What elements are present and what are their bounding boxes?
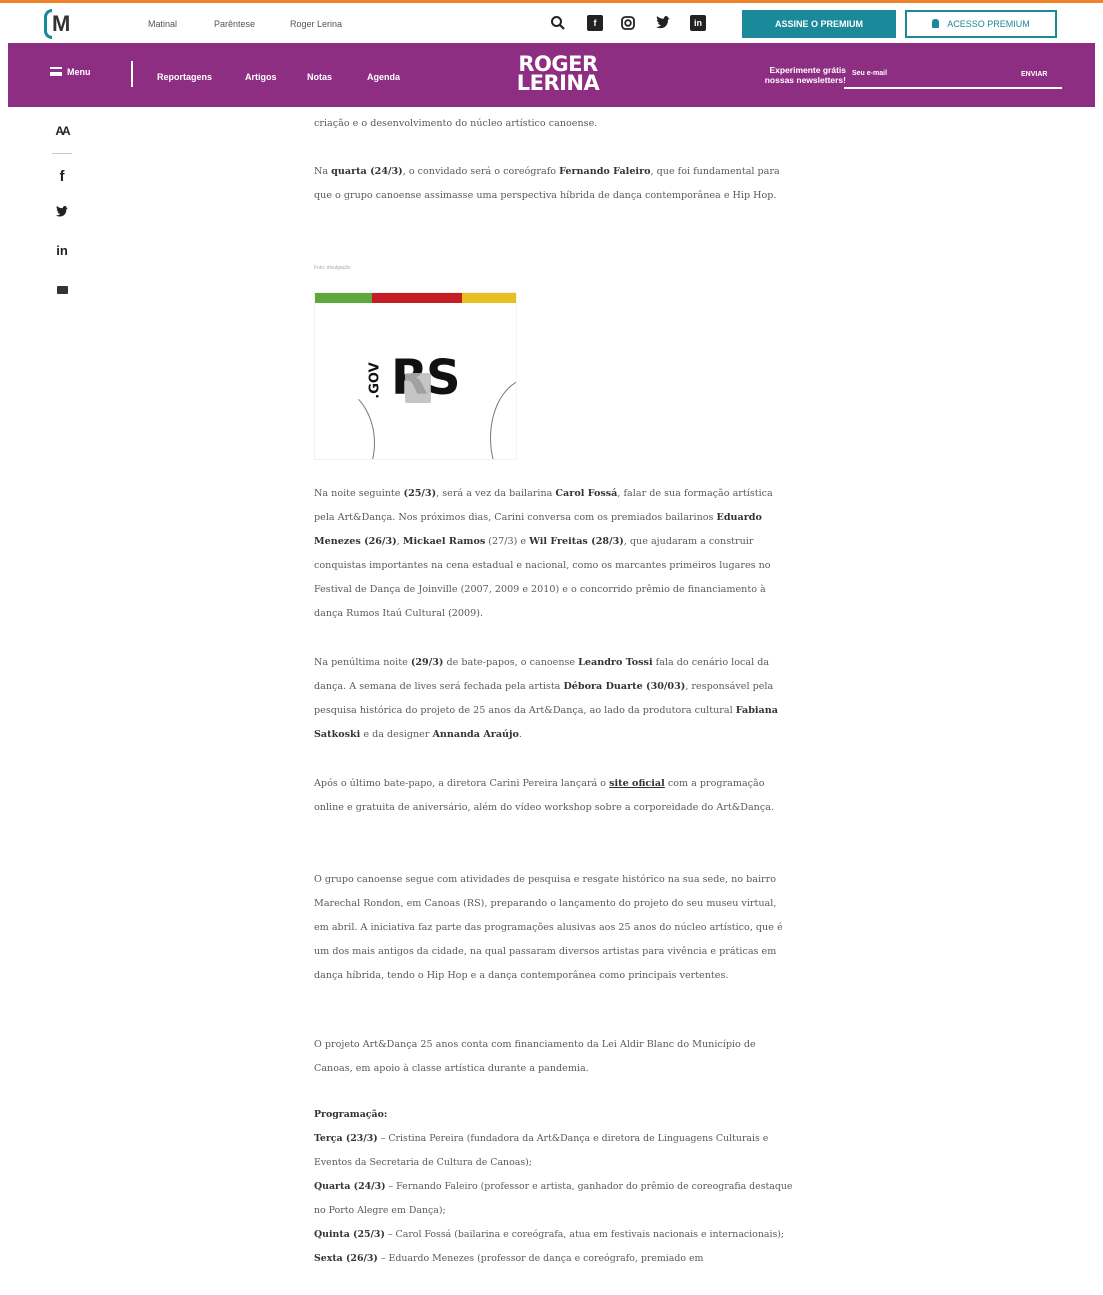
paragraph-4: Após o último bate-papo, a diretora Cari… (314, 772, 794, 820)
nav-link-notas[interactable]: Notas (307, 72, 332, 82)
menu-label: Menu (67, 67, 91, 77)
flag-red (372, 293, 462, 303)
newsletter-send-button[interactable]: ENVIAR (1021, 71, 1047, 78)
program-day: Sexta (26/3) (314, 1253, 378, 1264)
newsletter-invite: Experimente grátis nossas newsletters! (728, 65, 846, 85)
image-curve (315, 383, 375, 459)
gov-label: .GOV (367, 362, 383, 399)
p3-text: de bate-papos, o canoense (443, 657, 579, 668)
p3-bold: Leandro Tossi (578, 657, 653, 668)
premium-access-button[interactable]: ACESSO PREMIUM (905, 10, 1057, 38)
official-site-link[interactable]: site oficial (609, 778, 665, 789)
program-day: Quinta (25/3) (314, 1229, 385, 1240)
p3-bold: Débora Duarte (30/03) (563, 681, 686, 692)
paragraph-2: Na noite seguinte (25/3), será a vez da … (314, 482, 794, 626)
p1-bold: quarta (24/3) (331, 166, 403, 177)
paragraph-5: O grupo canoense segue com atividades de… (314, 874, 783, 981)
nav-link-artigos[interactable]: Artigos (245, 72, 277, 82)
program-item: Quarta (24/3) – Fernando Faleiro (profes… (314, 1175, 794, 1223)
program-title-text: Programação: (314, 1109, 388, 1120)
logo-bracket (44, 9, 52, 39)
p3-text: Na penúltima noite (314, 657, 411, 668)
paragraph-1: Na quarta (24/3), o convidado será o cor… (314, 160, 794, 208)
p3-bold: Annanda Araújo (432, 729, 519, 740)
twitter-icon[interactable] (655, 15, 671, 31)
p2-bold: (25/3) (403, 488, 437, 499)
instagram-icon[interactable] (620, 15, 636, 31)
p2-bold: Wil Freitas (28/3) (529, 536, 624, 547)
top-bar: M Matinal Parêntese Roger Lerina f in AS… (0, 3, 1103, 43)
p3-text: e da designer (360, 729, 433, 740)
paragraph-3: Na penúltima noite (29/3) de bate-papos,… (314, 651, 794, 747)
paragraph-0: criação e o desenvolvimento do núcleo ar… (314, 112, 794, 136)
p1-text: , o convidado será o coreógrafo (402, 166, 560, 177)
rs-gov-image: .GOV RS (314, 292, 517, 460)
p3-text: . (518, 729, 522, 740)
program-text: – Carol Fossá (bailarina e coreógrafa, a… (384, 1229, 785, 1240)
premium-access-label: ACESSO PREMIUM (947, 19, 1030, 29)
image-patch (405, 373, 431, 403)
brand-line-2: LERINA (516, 71, 600, 95)
program-item: Quinta (25/3) – Carol Fossá (bailarina e… (314, 1223, 794, 1247)
roger-lerina-logo[interactable]: ROGER LERINA (513, 54, 603, 95)
p2-text: Na noite seguinte (314, 488, 404, 499)
program-title: Programação: (314, 1103, 794, 1127)
program-list: Programação: Terça (23/3) – Cristina Per… (314, 1103, 794, 1271)
envelope-shape (56, 286, 68, 294)
email-share-icon[interactable] (50, 281, 74, 299)
image-caption: Foto: divulgação (314, 265, 351, 271)
subscribe-premium-button[interactable]: ASSINE O PREMIUM (742, 10, 896, 38)
program-item: Terça (23/3) – Cristina Pereira (fundado… (314, 1127, 794, 1175)
program-text: – Eduardo Menezes (professor de dança e … (377, 1253, 704, 1264)
p0-text: criação e o desenvolvimento do núcleo ar… (314, 118, 598, 129)
newsletter-line-2: nossas newsletters! (764, 75, 846, 85)
twitter-share-icon[interactable] (50, 205, 74, 224)
p2-bold: Carol Fossá (555, 488, 618, 499)
facebook-share-icon[interactable]: f (50, 168, 74, 185)
nav-link-agenda[interactable]: Agenda (367, 72, 400, 82)
toplink-parentese[interactable]: Parêntese (214, 19, 255, 29)
p1-bold: Fernando Faleiro (559, 166, 651, 177)
p4-text: Após o último bate-papo, a diretora Cari… (314, 778, 610, 789)
program-item: Sexta (26/3) – Eduardo Menezes (professo… (314, 1247, 794, 1271)
search-icon[interactable] (550, 15, 566, 31)
image-curve (490, 378, 516, 459)
matinal-logo[interactable]: M (44, 9, 74, 39)
paragraph-6: O projeto Art&Dança 25 anos conta com fi… (314, 1039, 756, 1074)
program-day: Terça (23/3) (314, 1133, 378, 1144)
facebook-icon[interactable]: f (587, 15, 603, 31)
p2-text: , que ajudaram a construir conquistas im… (314, 536, 771, 619)
user-icon (932, 19, 940, 28)
nav-divider (131, 61, 133, 87)
p2-bold: Mickael Ramos (402, 536, 486, 547)
linkedin-icon[interactable]: in (690, 15, 706, 31)
program-day: Quarta (24/3) (314, 1181, 386, 1192)
flag-yellow (462, 293, 516, 303)
share-separator (52, 153, 72, 154)
flag-green (315, 293, 372, 303)
p3-bold: (29/3) (410, 657, 444, 668)
toplink-roger-lerina[interactable]: Roger Lerina (290, 19, 342, 29)
hamburger-icon (50, 67, 62, 76)
main-navbar: Menu Reportagens Artigos Notas Agenda RO… (8, 43, 1095, 107)
p2-text: (27/3) e (485, 536, 530, 547)
toplink-matinal[interactable]: Matinal (148, 19, 177, 29)
font-size-icon[interactable]: AA (50, 124, 74, 138)
p2-text: , será a vez da bailarina (436, 488, 556, 499)
menu-button[interactable]: Menu (50, 67, 91, 77)
linkedin-share-icon[interactable]: in (50, 243, 74, 258)
logo-letter: M (52, 11, 71, 36)
newsletter-line-1: Experimente grátis (769, 65, 846, 75)
program-text: – Fernando Faleiro (professor e artista,… (314, 1181, 793, 1216)
p1-text: Na (314, 166, 332, 177)
nav-link-reportagens[interactable]: Reportagens (157, 72, 212, 82)
program-text: – Cristina Pereira (fundadora da Art&Dan… (314, 1133, 769, 1168)
